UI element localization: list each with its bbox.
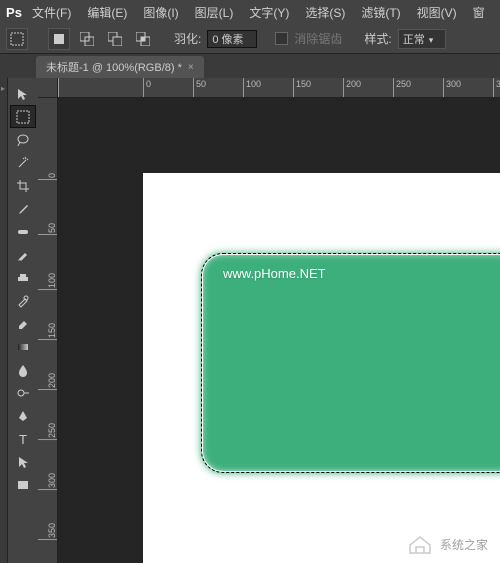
document-tab-title: 未标题-1 @ 100%(RGB/8) * [46,59,182,75]
menu-view[interactable]: 视图(V) [409,4,465,21]
app-logo: Ps [4,2,24,22]
brush-tool[interactable] [10,243,36,266]
menu-edit[interactable]: 编辑(E) [79,4,135,21]
ruler-corner [38,78,58,98]
history-brush-tool[interactable] [10,289,36,312]
canvas-watermark: www.pHome.NET [223,266,326,281]
expand-handle-icon[interactable] [1,80,7,100]
main-area: T 0 50 100 150 200 250 300 350 0 50 100 … [0,78,500,563]
dodge-tool[interactable] [10,381,36,404]
ruler-tick: 150 [293,78,311,97]
ruler-tick: 200 [343,78,361,97]
healing-brush-tool[interactable] [10,220,36,243]
style-select[interactable]: 正常 [398,29,447,49]
menu-filter[interactable]: 滤镜(T) [353,4,408,21]
ruler-tick: 200 [38,373,57,390]
lasso-tool[interactable] [10,128,36,151]
rectangle-tool[interactable] [10,473,36,496]
menu-window[interactable]: 窗 [465,4,493,21]
ruler-tick: 300 [443,78,461,97]
svg-text:T: T [19,432,27,446]
blur-tool[interactable] [10,358,36,381]
ruler-tick: 0 [38,173,57,180]
document-tab[interactable]: 未标题-1 @ 100%(RGB/8) * × [36,56,204,78]
crop-tool[interactable] [10,174,36,197]
menu-file[interactable]: 文件(F) [24,4,79,21]
ruler-tick: 350 [38,523,57,540]
close-icon[interactable]: × [188,62,194,73]
menu-image[interactable]: 图像(I) [135,4,186,21]
antialias-checkbox[interactable] [275,32,288,45]
work-area: 0 50 100 150 200 250 300 350 0 50 100 15… [38,78,500,563]
toolbox: T [8,78,38,563]
eraser-tool[interactable] [10,312,36,335]
menu-type[interactable]: 文字(Y) [241,4,297,21]
ruler-tick: 250 [38,423,57,440]
menu-layer[interactable]: 图层(L) [187,4,242,21]
style-label: 样式: [364,30,391,47]
canvas-area[interactable]: www.pHome.NET [58,98,500,563]
clone-stamp-tool[interactable] [10,266,36,289]
document-tab-bar: 未标题-1 @ 100%(RGB/8) * × [0,54,500,78]
move-tool[interactable] [10,82,36,105]
ruler-tick: 300 [38,473,57,490]
options-bar: 羽化: 消除锯齿 样式: 正常 [0,24,500,54]
ruler-tick [58,78,61,97]
selection-marquee [201,253,500,473]
ruler-tick: 50 [38,223,57,235]
ruler-tick: 50 [193,78,206,97]
feather-input[interactable] [207,30,257,48]
ruler-horizontal[interactable]: 0 50 100 150 200 250 300 350 [58,78,500,98]
eyedropper-tool[interactable] [10,197,36,220]
left-panel-strip[interactable] [0,78,8,563]
feather-label: 羽化: [174,30,201,47]
marquee-tool[interactable] [10,105,36,128]
new-selection-icon[interactable] [48,28,70,50]
gradient-tool[interactable] [10,335,36,358]
ruler-tick: 0 [143,78,151,97]
menu-select[interactable]: 选择(S) [297,4,353,21]
path-select-tool[interactable] [10,450,36,473]
pen-tool[interactable] [10,404,36,427]
marquee-tool-preset-icon[interactable] [6,28,28,50]
subtract-selection-icon[interactable] [104,28,126,50]
house-icon [406,533,434,555]
menu-bar: Ps 文件(F) 编辑(E) 图像(I) 图层(L) 文字(Y) 选择(S) 滤… [0,0,500,24]
type-tool[interactable]: T [10,427,36,450]
site-brand-text: 系统之家 [440,536,488,553]
ruler-tick: 350 [493,78,500,97]
ruler-tick: 150 [38,323,57,340]
ruler-tick: 100 [38,273,57,290]
ruler-tick: 100 [243,78,261,97]
add-selection-icon[interactable] [76,28,98,50]
magic-wand-tool[interactable] [10,151,36,174]
canvas[interactable]: www.pHome.NET [143,173,500,563]
antialias-label: 消除锯齿 [294,30,342,47]
intersect-selection-icon[interactable] [132,28,154,50]
ruler-tick: 250 [393,78,411,97]
site-brand: 系统之家 [406,533,488,555]
ruler-vertical[interactable]: 0 50 100 150 200 250 300 350 [38,98,58,563]
